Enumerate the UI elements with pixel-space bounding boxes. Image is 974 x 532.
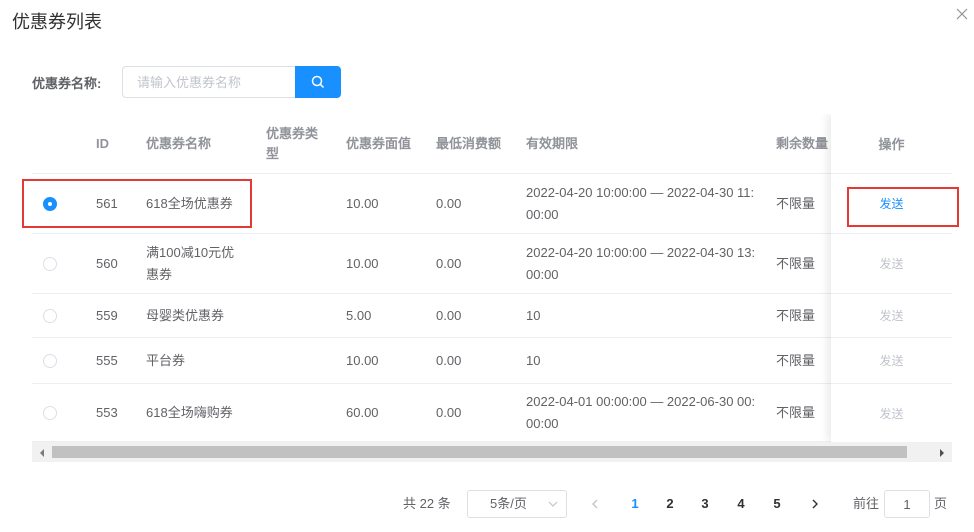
scroll-thumb[interactable] (52, 446, 907, 458)
row-min-spend: 0.00 (436, 256, 462, 271)
pagination-total: 共 22 条 (403, 496, 451, 511)
send-button[interactable]: 发送 (879, 195, 903, 212)
table-header: ID 优惠券名称 优惠券类 型 优惠券面值 最低消费额 有效期限 剩余数量 (32, 114, 952, 174)
page-unit-label: 页 (934, 496, 948, 511)
row-validity-line2: 00:00 (526, 267, 559, 282)
row-validity-line1: 2022-04-01 00:00:00 — 2022-06-30 00: (526, 394, 756, 409)
row-id: 553 (96, 405, 118, 420)
row-radio[interactable] (43, 309, 57, 323)
page-size-value: 5条/页 (490, 496, 527, 511)
coupon-table: ID 优惠券名称 优惠券类 型 优惠券面值 最低消费额 有效期限 剩余数量 56… (32, 114, 952, 462)
row-remaining: 不限量 (776, 353, 816, 368)
row-name: 平台券 (146, 353, 186, 368)
row-face-value: 60.00 (346, 405, 379, 420)
row-name-line2: 惠券 (146, 267, 173, 282)
row-validity: 2022-04-20 10:00:00 — 2022-04-30 13: 00:… (526, 234, 755, 294)
row-validity-line1: 2022-04-20 10:00:00 — 2022-04-30 11: (526, 185, 755, 200)
action-column: 操作 发送 发送 发送 发送 发送 (831, 114, 952, 442)
row-min-spend: 0.00 (436, 308, 462, 323)
action-cell: 发送 (831, 294, 952, 338)
row-id: 561 (96, 196, 118, 211)
row-remaining: 不限量 (776, 256, 816, 271)
header-name: 优惠券名称 (146, 136, 212, 151)
table-row[interactable]: 560 满100减10元优 惠券 10.00 0.00 2022-04-20 1… (32, 234, 952, 294)
action-cell: 发送 (831, 384, 952, 442)
scroll-right-icon[interactable] (936, 446, 948, 458)
row-face-value: 10.00 (346, 196, 379, 211)
dialog-title: 优惠券列表 (12, 12, 102, 32)
row-validity: 10 (526, 353, 541, 368)
page-size-select[interactable]: 5条/页 (467, 490, 567, 518)
goto-page-input[interactable] (884, 490, 930, 518)
row-name-line1: 满100减10元优 (146, 245, 235, 260)
row-radio[interactable] (43, 406, 57, 420)
row-radio[interactable] (43, 257, 57, 271)
row-name: 满100减10元优 惠券 (146, 234, 256, 294)
close-icon[interactable] (956, 7, 970, 21)
row-radio[interactable] (43, 197, 57, 211)
row-name-line1: 618全场优惠券 (146, 196, 233, 211)
scroll-left-icon[interactable] (36, 446, 48, 458)
row-validity-line2: 00:00 (526, 207, 559, 222)
chevron-down-icon (548, 501, 558, 507)
send-button[interactable]: 发送 (879, 352, 903, 369)
chevron-left-icon (592, 499, 598, 509)
table-row[interactable]: 559 母婴类优惠券 5.00 0.00 10 不限量 (32, 294, 952, 338)
page-2[interactable]: 2 (655, 490, 685, 518)
row-id: 559 (96, 308, 118, 323)
row-name: 618全场嗨购券 (146, 405, 233, 420)
row-remaining: 不限量 (776, 196, 816, 211)
horizontal-scrollbar[interactable] (32, 442, 952, 462)
row-min-spend: 0.00 (436, 405, 462, 420)
page-5[interactable]: 5 (762, 490, 792, 518)
row-face-value: 10.00 (346, 353, 379, 368)
send-button[interactable]: 发送 (879, 405, 903, 422)
row-validity-line1: 2022-04-20 10:00:00 — 2022-04-30 13: (526, 245, 756, 260)
row-face-value: 10.00 (346, 256, 379, 271)
action-cell: 发送 (831, 338, 952, 384)
row-min-spend: 0.00 (436, 196, 462, 211)
action-cell: 发送 (831, 234, 952, 294)
row-validity: 10 (526, 308, 541, 323)
row-remaining: 不限量 (776, 308, 816, 323)
header-face-value: 优惠券面值 (346, 136, 412, 151)
row-validity: 2022-04-20 10:00:00 — 2022-04-30 11: 00:… (526, 174, 754, 234)
table-row[interactable]: 553 618全场嗨购券 60.00 0.00 2022-04-01 00:00… (32, 384, 952, 442)
page-3[interactable]: 3 (690, 490, 720, 518)
send-button[interactable]: 发送 (879, 307, 903, 324)
header-action: 操作 (831, 114, 952, 174)
row-id: 555 (96, 353, 118, 368)
row-name: 618全场优惠券 (146, 174, 256, 234)
next-page-button[interactable] (810, 490, 824, 518)
row-face-value: 5.00 (346, 308, 372, 323)
page-4[interactable]: 4 (726, 490, 756, 518)
prev-page-button[interactable] (590, 490, 604, 518)
chevron-right-icon (812, 499, 818, 509)
table-row[interactable]: 555 平台券 10.00 0.00 10 不限量 (32, 338, 952, 384)
page-1[interactable]: 1 (620, 490, 650, 518)
row-remaining: 不限量 (776, 405, 816, 420)
search-button[interactable] (295, 66, 341, 98)
header-type-line1: 优惠券类 (266, 126, 319, 141)
header-validity: 有效期限 (526, 136, 579, 151)
row-id: 560 (96, 256, 118, 271)
row-validity-line2: 00:00 (526, 416, 559, 431)
search-icon (311, 75, 325, 89)
send-button[interactable]: 发送 (879, 255, 903, 272)
row-radio[interactable] (43, 354, 57, 368)
table-row[interactable]: 561 618全场优惠券 10.00 0.00 2022-04-20 10:00… (32, 174, 952, 234)
header-min-spend: 最低消费额 (436, 136, 502, 151)
goto-label: 前往 (853, 496, 880, 511)
action-cell: 发送 (831, 174, 952, 234)
row-validity: 2022-04-01 00:00:00 — 2022-06-30 00: 00:… (526, 384, 755, 442)
header-type: 优惠券类 型 (266, 124, 318, 164)
row-name: 母婴类优惠券 (146, 308, 225, 323)
header-id: ID (96, 136, 109, 151)
header-remaining: 剩余数量 (776, 136, 829, 151)
search-label: 优惠券名称: (32, 76, 102, 91)
row-min-spend: 0.00 (436, 353, 462, 368)
header-type-line2: 型 (266, 146, 280, 161)
search-input[interactable] (122, 66, 296, 98)
